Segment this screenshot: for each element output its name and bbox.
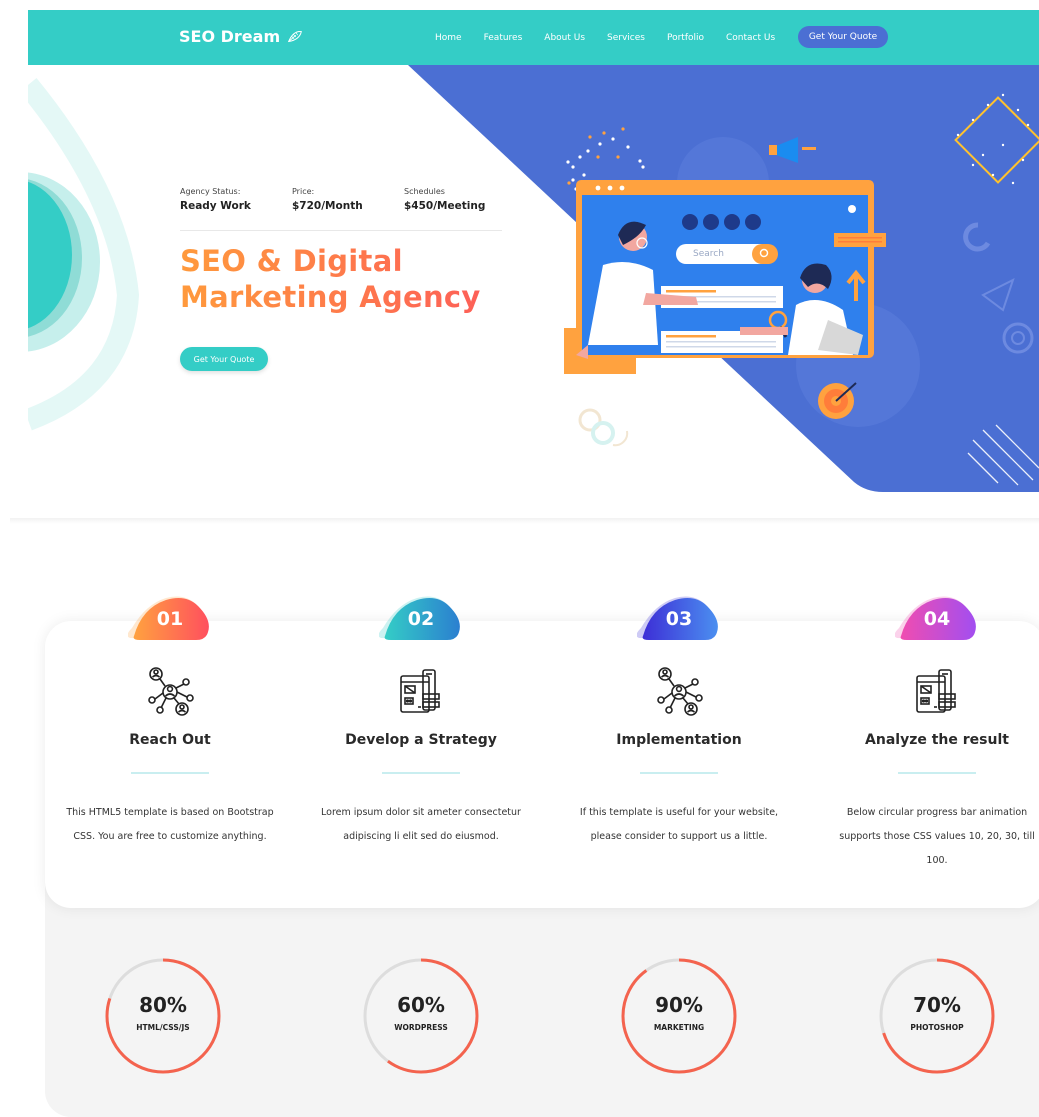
nav-about-us[interactable]: About Us xyxy=(544,33,585,43)
circular-progress: 90% MARKETING xyxy=(620,957,738,1075)
nav-services[interactable]: Services xyxy=(607,33,645,43)
hero-search-placeholder: Search xyxy=(693,249,724,259)
step-number: 02 xyxy=(407,608,435,630)
step-badge: 04 xyxy=(895,594,979,642)
feature-title: Implementation xyxy=(616,732,742,748)
progress-label: HTML/CSS/JS xyxy=(136,1023,190,1032)
circular-progress: 60% WORDPRESS xyxy=(362,957,480,1075)
stat-schedules: Schedules $450/Meeting xyxy=(404,187,516,212)
stat-label: Price: xyxy=(292,187,315,196)
progress-value: 60% xyxy=(397,993,445,1017)
feature-description: This HTML5 template is based on Bootstra… xyxy=(66,807,274,842)
feature-description: If this template is useful for your webs… xyxy=(579,807,779,842)
browser-strategy-icon xyxy=(393,664,449,720)
logo-text: SEO Dream xyxy=(179,27,281,46)
stat-label: Schedules xyxy=(404,187,445,196)
browser-strategy-icon xyxy=(909,664,965,720)
feature-item: 03 Implementation If this template is us… xyxy=(569,594,789,849)
feature-description: Lorem ipsum dolor sit ameter consectetur… xyxy=(321,807,521,842)
get-quote-nav-button[interactable]: Get Your Quote xyxy=(798,26,888,48)
feature-underline xyxy=(382,772,460,774)
progress-value: 80% xyxy=(139,993,187,1017)
hero-title-line-2: Marketing Agency xyxy=(180,279,510,315)
stat-value: $720/Month xyxy=(292,200,363,212)
stat-price: Price: $720/Month xyxy=(292,187,404,212)
main-nav: Home Features About Us Services Portfoli… xyxy=(435,33,797,43)
progress-value: 90% xyxy=(655,993,703,1017)
hero-title: SEO & Digital Marketing Agency xyxy=(180,243,510,315)
step-badge: 02 xyxy=(379,594,463,642)
step-badge: 01 xyxy=(128,594,212,642)
agency-stats: Agency Status: Ready Work Price: $720/Mo… xyxy=(180,187,516,212)
progress-label: MARKETING xyxy=(653,1023,705,1032)
progress-label: WORDPRESS xyxy=(394,1023,448,1032)
step-number: 01 xyxy=(156,608,184,630)
progress-value: 70% xyxy=(913,993,961,1017)
nav-home[interactable]: Home xyxy=(435,33,462,43)
stat-value: Ready Work xyxy=(180,200,251,212)
feature-title: Develop a Strategy xyxy=(345,732,497,748)
hero-title-line-1: SEO & Digital xyxy=(180,243,510,279)
feature-item: 01 Reach Out This HTML5 template is base… xyxy=(60,594,280,849)
step-number: 03 xyxy=(665,608,693,630)
stat-value: $450/Meeting xyxy=(404,200,486,212)
feature-item: 02 Develop a Strategy Lorem ipsum dolor … xyxy=(311,594,531,849)
feature-item: 04 Analyze the result Below circular pro… xyxy=(827,594,1039,873)
network-users-icon xyxy=(142,664,198,720)
nav-portfolio[interactable]: Portfolio xyxy=(667,33,704,43)
chart-leaf-icon xyxy=(288,30,303,42)
circular-progress: 80% HTML/CSS/JS xyxy=(104,957,222,1075)
feature-description: Below circular progress bar animation su… xyxy=(839,807,1035,866)
step-badge: 03 xyxy=(637,594,721,642)
feature-underline xyxy=(640,772,718,774)
progress-label: PHOTOSHOP xyxy=(910,1023,964,1032)
feature-underline xyxy=(131,772,209,774)
get-quote-hero-button[interactable]: Get Your Quote xyxy=(180,347,268,371)
feature-title: Analyze the result xyxy=(865,732,1009,748)
feature-underline xyxy=(898,772,976,774)
stat-status: Agency Status: Ready Work xyxy=(180,187,292,212)
feature-title: Reach Out xyxy=(129,732,211,748)
stat-label: Agency Status: xyxy=(180,187,241,196)
nav-contact-us[interactable]: Contact Us xyxy=(726,33,775,43)
top-navbar: SEO Dream Home Features About Us Service… xyxy=(28,10,1039,65)
step-number: 04 xyxy=(923,608,951,630)
network-users-icon xyxy=(651,664,707,720)
nav-features[interactable]: Features xyxy=(484,33,523,43)
circular-progress: 70% PHOTOSHOP xyxy=(878,957,996,1075)
stats-divider xyxy=(180,230,502,231)
section-divider xyxy=(10,518,1039,524)
logo[interactable]: SEO Dream xyxy=(179,27,304,46)
